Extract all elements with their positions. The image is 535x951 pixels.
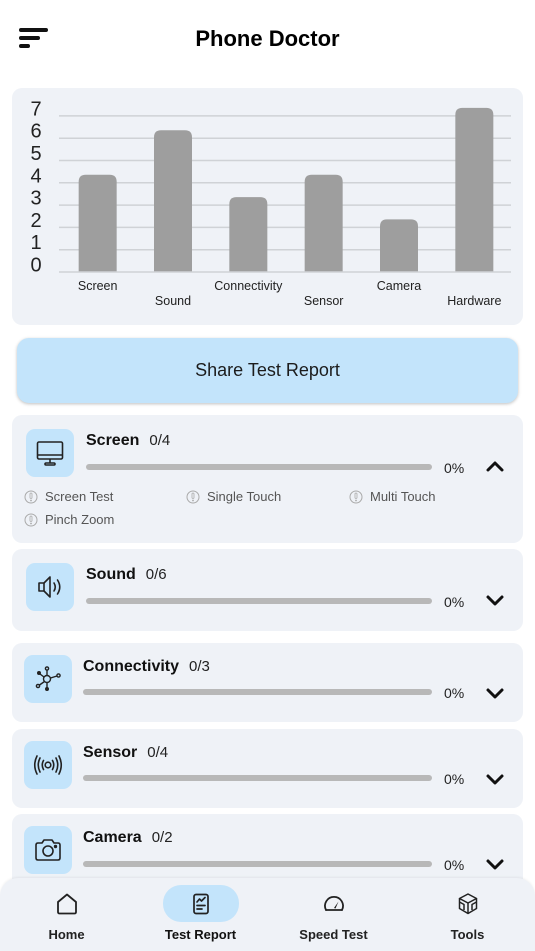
card-title: Camera 0/2 bbox=[83, 829, 173, 847]
y-tick-label: 4 bbox=[30, 165, 41, 187]
card-count: 0/2 bbox=[151, 829, 173, 846]
nav-pill bbox=[296, 885, 372, 922]
progress-bar bbox=[83, 861, 432, 867]
subtest-label: Multi Touch bbox=[370, 489, 436, 504]
progress-percent: 0% bbox=[444, 771, 465, 787]
progress-percent: 0% bbox=[444, 594, 465, 610]
category-icon-tile bbox=[26, 429, 74, 477]
y-tick-label: 0 bbox=[30, 255, 41, 277]
y-tick-label: 6 bbox=[30, 121, 41, 143]
nav-item-home[interactable]: Home bbox=[0, 878, 133, 951]
card-count: 0/3 bbox=[189, 658, 210, 675]
progress-percent: 0% bbox=[444, 460, 465, 476]
x-tick-label: Connectivity bbox=[214, 279, 283, 293]
progress-percent: 0% bbox=[444, 857, 465, 873]
nav-item-speed-test[interactable]: Speed Test bbox=[267, 878, 400, 951]
x-tick-label: Sound bbox=[155, 294, 191, 308]
y-tick-label: 1 bbox=[30, 232, 41, 254]
chevron-down-icon[interactable] bbox=[484, 853, 506, 875]
nav-item-test-report[interactable]: Test Report bbox=[134, 878, 267, 951]
pending-info-icon bbox=[349, 490, 363, 503]
progress-bar bbox=[86, 598, 432, 604]
card-count: 0/4 bbox=[149, 432, 171, 449]
subtest-item[interactable]: Single Touch bbox=[186, 489, 281, 504]
bar-hardware bbox=[455, 107, 494, 273]
pending-info-icon bbox=[24, 513, 38, 526]
progress-bar bbox=[86, 464, 432, 470]
cube-icon bbox=[458, 892, 477, 914]
nav-item-tools[interactable]: Tools bbox=[401, 878, 534, 951]
nav-label: Speed Test bbox=[299, 927, 368, 942]
x-tick-label: Screen bbox=[78, 279, 118, 293]
subtest-label: Screen Test bbox=[45, 489, 114, 504]
broadcast-sensor-icon bbox=[33, 755, 63, 775]
network-hub-icon bbox=[35, 666, 61, 692]
card-title-text: Connectivity bbox=[83, 658, 180, 675]
x-tick-label: Hardware bbox=[447, 294, 501, 308]
y-tick-label: 3 bbox=[30, 188, 41, 210]
subtest-label: Pinch Zoom bbox=[45, 512, 115, 527]
category-icon-tile bbox=[24, 826, 72, 874]
chevron-up-icon[interactable] bbox=[484, 455, 506, 477]
bar-camera bbox=[380, 219, 418, 272]
subtest-item[interactable]: Multi Touch bbox=[349, 489, 436, 504]
camera-icon bbox=[35, 839, 61, 861]
bar-sound bbox=[154, 130, 192, 272]
nav-pill bbox=[430, 885, 506, 922]
test-card-connectivity: Connectivity 0/3 0% bbox=[12, 643, 523, 722]
x-tick-label: Sensor bbox=[304, 294, 344, 308]
share-test-report-button[interactable]: Share Test Report bbox=[17, 338, 518, 403]
monitor-icon bbox=[36, 441, 64, 466]
pending-info-icon bbox=[24, 490, 38, 503]
nav-label: Test Report bbox=[164, 927, 237, 942]
nav-label: Tools bbox=[450, 927, 485, 942]
test-card-sound: Sound 0/6 0% bbox=[12, 549, 523, 631]
chevron-down-icon[interactable] bbox=[484, 589, 506, 611]
bottom-navigation: Home Test Report Speed Test Tools bbox=[0, 878, 535, 951]
pending-info-icon bbox=[186, 490, 200, 503]
chevron-down-icon[interactable] bbox=[484, 682, 506, 704]
card-title: Sensor 0/4 bbox=[83, 744, 168, 762]
subtest-item[interactable]: Screen Test bbox=[24, 489, 113, 504]
page-title: Phone Doctor bbox=[195, 26, 340, 51]
card-title-text: Sound bbox=[86, 566, 136, 583]
nav-pill bbox=[29, 885, 105, 922]
card-title-text: Sensor bbox=[83, 744, 138, 761]
chevron-down-icon[interactable] bbox=[484, 768, 506, 790]
test-summary-chart: 0 1 2 3 4 5 6 7 Screen Sound Connectivity Sensor Cam… bbox=[12, 88, 523, 325]
category-icon-tile bbox=[24, 741, 72, 789]
nav-pill-active bbox=[162, 885, 239, 922]
card-title: Connectivity 0/3 bbox=[83, 658, 210, 676]
card-count: 0/6 bbox=[145, 566, 167, 583]
subtest-label: Single Touch bbox=[207, 489, 282, 504]
y-tick-label: 2 bbox=[30, 210, 41, 232]
card-title-text: Screen bbox=[86, 432, 140, 449]
report-icon bbox=[192, 893, 209, 914]
bar-connectivity bbox=[229, 197, 268, 272]
bar-sensor bbox=[304, 174, 343, 272]
bar-chart: 01234567 Screen Sound Connectivity Sensor Cam… bbox=[30, 98, 511, 308]
test-card-sensor: Sensor 0/4 0% bbox=[12, 729, 523, 808]
category-icon-tile bbox=[26, 563, 74, 611]
test-card-screen: Screen 0/4 0% Screen Test Single Touch Mu… bbox=[12, 415, 523, 543]
card-title: Sound 0/6 bbox=[86, 566, 167, 584]
app-bar: Phone Doctor bbox=[0, 0, 535, 80]
bar-screen bbox=[78, 174, 117, 272]
home-icon bbox=[56, 893, 77, 914]
category-icon-tile bbox=[24, 655, 72, 703]
progress-bar bbox=[83, 689, 432, 695]
y-tick-label: 5 bbox=[30, 143, 41, 165]
card-title-text: Camera bbox=[83, 829, 142, 846]
nav-label: Home bbox=[48, 927, 85, 942]
speaker-icon bbox=[38, 576, 61, 598]
y-tick-label: 7 bbox=[30, 98, 41, 120]
speedometer-icon bbox=[323, 895, 344, 911]
card-title: Screen 0/4 bbox=[86, 432, 170, 450]
x-tick-label: Camera bbox=[377, 279, 422, 293]
progress-percent: 0% bbox=[444, 685, 465, 701]
card-count: 0/4 bbox=[147, 744, 169, 761]
progress-bar bbox=[83, 775, 432, 781]
subtest-item[interactable]: Pinch Zoom bbox=[24, 512, 114, 527]
